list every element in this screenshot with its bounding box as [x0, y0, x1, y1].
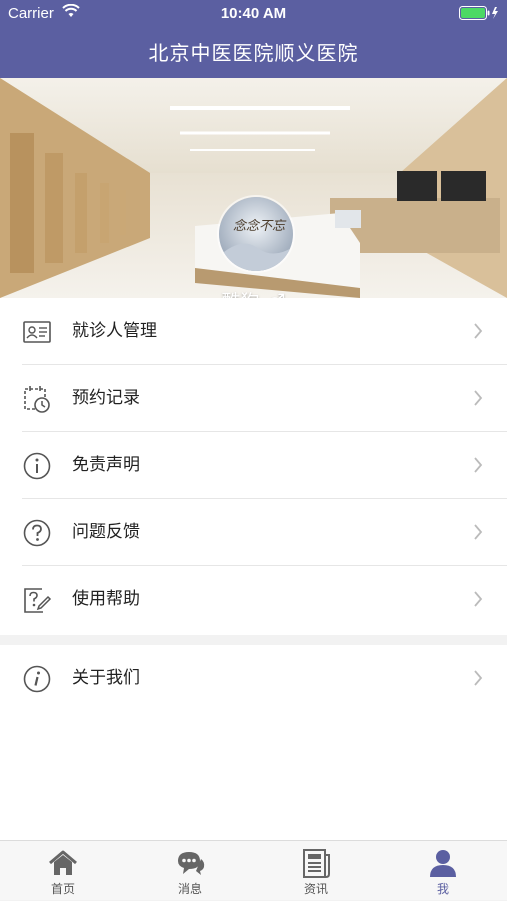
tab-label: 首页: [50, 882, 75, 896]
tab-label: 我: [436, 882, 449, 896]
news-icon: [300, 847, 332, 879]
menu-item-label: 预约记录: [72, 388, 140, 408]
empty-content-area: [0, 711, 507, 840]
status-bar: Carrier 10:40 AM: [0, 0, 507, 28]
chevron-right-icon: [473, 390, 483, 406]
italic-info-icon: [22, 664, 52, 694]
id-card-icon: [22, 317, 52, 347]
user-icon: [427, 847, 459, 879]
info-circle-icon: [22, 451, 52, 481]
navigation-bar: 北京中医医院顺义医院: [0, 28, 507, 78]
avatar[interactable]: 念念不忘: [217, 195, 295, 273]
menu-item-patient-management[interactable]: 就诊人管理: [0, 298, 507, 365]
profile-menu-list: 就诊人管理 预约记录 免责声明 问题反馈 使用帮助: [0, 298, 507, 635]
tab-me[interactable]: 我: [380, 841, 506, 901]
menu-item-label: 免责声明: [72, 455, 140, 475]
tab-label: 消息: [177, 882, 202, 896]
bottom-tab-bar: 首页 消息 资讯 我: [0, 840, 507, 900]
tab-label: 资讯: [303, 882, 328, 896]
chevron-right-icon: [473, 524, 483, 540]
username: 酷狗: [222, 291, 260, 298]
chevron-right-icon: [473, 591, 483, 607]
help-edit-icon: [22, 585, 52, 615]
about-menu-group: 关于我们: [0, 645, 507, 711]
menu-item-label: 关于我们: [72, 668, 140, 688]
battery-icon: [459, 6, 499, 24]
tab-messages[interactable]: 消息: [127, 841, 253, 901]
chevron-right-icon: [473, 457, 483, 473]
menu-item-feedback[interactable]: 问题反馈: [0, 499, 507, 566]
calendar-clock-icon: [22, 384, 52, 414]
menu-item-appointment-records[interactable]: 预约记录: [0, 365, 507, 432]
tab-home[interactable]: 首页: [0, 841, 126, 901]
page-title: 北京中医医院顺义医院: [148, 41, 359, 65]
menu-item-label: 使用帮助: [72, 589, 140, 609]
clock-time: 10:40 AM: [220, 5, 287, 22]
username-row: 酷狗 ♂: [0, 287, 507, 298]
tab-news[interactable]: 资讯: [253, 841, 379, 901]
menu-item-label: 就诊人管理: [72, 321, 157, 341]
chat-icon: [174, 847, 206, 879]
chevron-right-icon: [473, 323, 483, 339]
menu-item-about-us[interactable]: 关于我们: [0, 645, 507, 711]
chevron-right-icon: [473, 670, 483, 686]
menu-item-disclaimer[interactable]: 免责声明: [0, 432, 507, 499]
menu-item-help[interactable]: 使用帮助: [0, 566, 507, 633]
avatar-text: 念念不忘: [233, 218, 287, 234]
gender-male-icon: ♂: [268, 289, 286, 298]
profile-header-banner: 念念不忘 酷狗 ♂: [0, 78, 507, 298]
question-circle-icon: [22, 518, 52, 548]
menu-item-label: 问题反馈: [72, 522, 140, 542]
home-icon: [47, 847, 79, 879]
